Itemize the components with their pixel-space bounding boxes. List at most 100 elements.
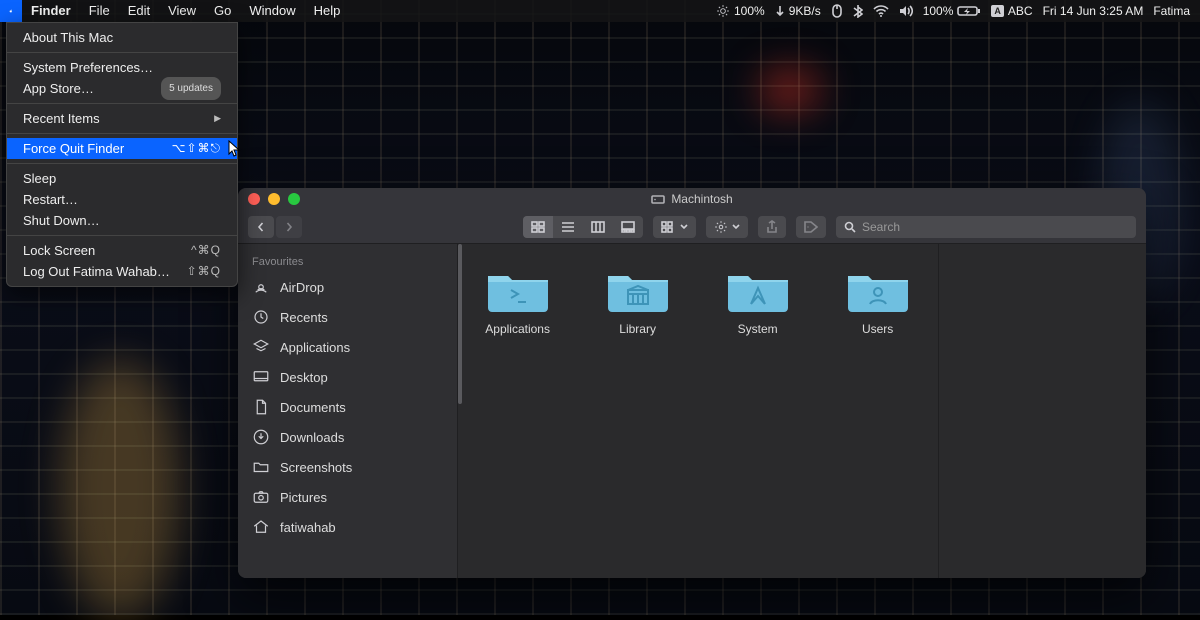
view-icon-button[interactable] xyxy=(523,216,553,238)
network-status[interactable]: 9KB/s xyxy=(775,4,821,18)
scrollbar[interactable] xyxy=(458,244,462,404)
menu-separator xyxy=(7,103,237,104)
finder-titlebar[interactable]: Machintosh xyxy=(238,188,1146,210)
disk-icon xyxy=(651,193,665,205)
menu-about-this-mac[interactable]: About This Mac xyxy=(7,27,237,48)
document-icon xyxy=(252,398,270,416)
mouse-status[interactable] xyxy=(831,4,843,18)
menu-restart[interactable]: Restart… xyxy=(7,189,237,210)
finder-preview-pane xyxy=(938,244,1146,578)
folder-label: Users xyxy=(862,322,893,336)
folder-system[interactable]: System xyxy=(716,266,800,336)
menu-sleep-label: Sleep xyxy=(23,168,56,189)
network-down-icon xyxy=(775,5,785,17)
menubar-edit[interactable]: Edit xyxy=(119,0,159,22)
minimize-button[interactable] xyxy=(268,193,280,205)
bluetooth-status[interactable] xyxy=(853,4,863,18)
menu-recent-label: Recent Items xyxy=(23,108,100,129)
menu-recent-items[interactable]: Recent Items xyxy=(7,108,237,129)
volume-status[interactable] xyxy=(899,5,913,17)
menubar-help[interactable]: Help xyxy=(305,0,350,22)
wifi-icon xyxy=(873,5,889,17)
chevron-left-icon xyxy=(256,222,266,232)
sidebar-item-label: Pictures xyxy=(280,490,327,505)
zoom-button[interactable] xyxy=(288,193,300,205)
list-icon xyxy=(561,221,575,233)
menubar-app-name[interactable]: Finder xyxy=(22,0,80,22)
nav-forward-button[interactable] xyxy=(276,216,302,238)
sidebar-item-recents[interactable]: Recents xyxy=(238,302,457,332)
wifi-status[interactable] xyxy=(873,5,889,17)
sidebar-item-label: Downloads xyxy=(280,430,344,445)
sidebar-item-airdrop[interactable]: AirDrop xyxy=(238,272,457,302)
bluetooth-icon xyxy=(853,4,863,18)
menu-force-quit[interactable]: Force Quit Finder ⌥⇧⌘⎋ xyxy=(7,138,237,159)
folder-library[interactable]: Library xyxy=(596,266,680,336)
finder-content[interactable]: Applications Library System Users xyxy=(458,244,938,578)
brightness-icon xyxy=(716,4,730,18)
battery-status[interactable]: 100% xyxy=(923,4,982,18)
chevron-down-icon xyxy=(732,224,740,230)
view-column-button[interactable] xyxy=(583,216,613,238)
action-menu-button[interactable] xyxy=(706,216,748,238)
menu-forcequit-label: Force Quit Finder xyxy=(23,138,124,159)
folder-label: Applications xyxy=(485,322,550,336)
sidebar-item-desktop[interactable]: Desktop xyxy=(238,362,457,392)
gear-icon xyxy=(714,220,728,234)
nav-back-button[interactable] xyxy=(248,216,274,238)
clock[interactable]: Fri 14 Jun 3:25 AM xyxy=(1043,4,1144,18)
view-mode-segmented xyxy=(523,216,643,238)
menu-lock-label: Lock Screen xyxy=(23,240,95,261)
search-placeholder: Search xyxy=(862,220,900,234)
chevron-right-icon xyxy=(284,222,294,232)
menu-separator xyxy=(7,163,237,164)
clock-icon xyxy=(252,308,270,326)
menubar-view[interactable]: View xyxy=(159,0,205,22)
sidebar-item-screenshots[interactable]: Screenshots xyxy=(238,452,457,482)
menu-logout-shortcut: ⇧⌘Q xyxy=(187,261,221,282)
search-field[interactable]: Search xyxy=(836,216,1136,238)
finder-toolbar: Search xyxy=(238,210,1146,244)
download-icon xyxy=(252,428,270,446)
input-source-status[interactable]: A ABC xyxy=(991,4,1032,18)
menu-app-store[interactable]: App Store… 5 updates xyxy=(7,78,237,99)
menubar-go[interactable]: Go xyxy=(205,0,240,22)
menu-sleep[interactable]: Sleep xyxy=(7,168,237,189)
folder-applications[interactable]: Applications xyxy=(476,266,560,336)
user-menu[interactable]: Fatima xyxy=(1153,4,1190,18)
sidebar-item-applications[interactable]: Applications xyxy=(238,332,457,362)
menu-shutdown-label: Shut Down… xyxy=(23,210,100,231)
folder-users[interactable]: Users xyxy=(836,266,920,336)
sidebar-item-documents[interactable]: Documents xyxy=(238,392,457,422)
tags-button[interactable] xyxy=(796,216,826,238)
apple-menu-dropdown: About This Mac System Preferences… App S… xyxy=(6,22,238,287)
sidebar-item-home[interactable]: fatiwahab xyxy=(238,512,457,542)
folder-applications-icon xyxy=(486,266,550,314)
close-button[interactable] xyxy=(248,193,260,205)
menubar-file[interactable]: File xyxy=(80,0,119,22)
share-button[interactable] xyxy=(758,216,786,238)
share-icon xyxy=(766,220,778,234)
menu-shutdown[interactable]: Shut Down… xyxy=(7,210,237,231)
view-list-button[interactable] xyxy=(553,216,583,238)
sidebar-item-label: fatiwahab xyxy=(280,520,336,535)
arrange-menu-button[interactable] xyxy=(653,216,695,238)
apple-menu-button[interactable] xyxy=(0,0,22,22)
menu-lock-screen[interactable]: Lock Screen ^⌘Q xyxy=(7,240,237,261)
columns-icon xyxy=(591,221,605,233)
sidebar-item-pictures[interactable]: Pictures xyxy=(238,482,457,512)
sidebar-item-label: Documents xyxy=(280,400,346,415)
menu-system-preferences[interactable]: System Preferences… xyxy=(7,57,237,78)
sidebar-section-favourites: Favourites xyxy=(238,250,457,272)
battery-charging-icon xyxy=(957,5,981,17)
desktop-icon xyxy=(252,368,270,386)
folder-library-icon xyxy=(606,266,670,314)
view-gallery-button[interactable] xyxy=(613,216,643,238)
menu-appstore-label: App Store… xyxy=(23,78,94,99)
menu-log-out[interactable]: Log Out Fatima Wahab… ⇧⌘Q xyxy=(7,261,237,282)
brightness-status[interactable]: 100% xyxy=(716,4,765,18)
menu-separator xyxy=(7,235,237,236)
sidebar-item-downloads[interactable]: Downloads xyxy=(238,422,457,452)
menubar-window[interactable]: Window xyxy=(240,0,304,22)
input-source-label: ABC xyxy=(1008,4,1033,18)
